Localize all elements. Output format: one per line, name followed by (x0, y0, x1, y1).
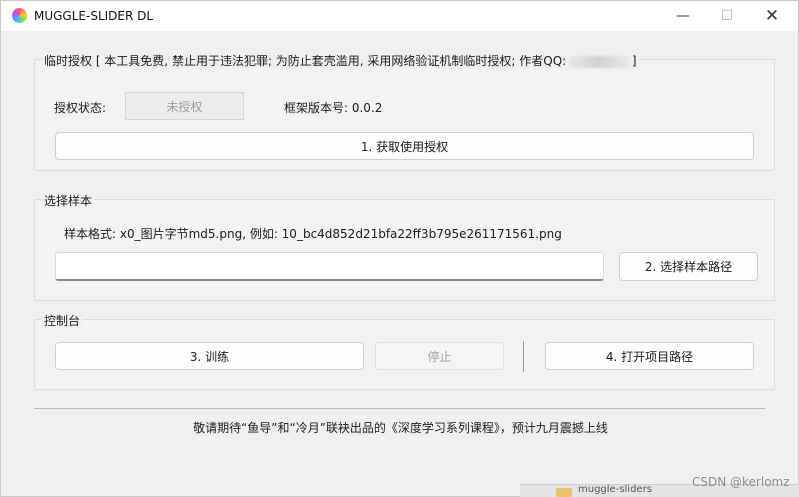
close-button[interactable]: ✕ (749, 1, 795, 31)
minimize-button[interactable]: — (660, 1, 706, 31)
sample-groupbox (34, 199, 775, 301)
open-project-path-button[interactable]: 4. 打开项目路径 (545, 342, 754, 370)
train-button[interactable]: 3. 训练 (55, 342, 364, 370)
maximize-button[interactable]: ☐ (704, 1, 750, 31)
sample-path-input[interactable] (55, 252, 604, 281)
title-bar[interactable]: MUGGLE-SLIDER DL — ☐ ✕ (1, 1, 798, 31)
app-window: MUGGLE-SLIDER DL — ☐ ✕ 临时授权 [ 本工具免费, 禁止用… (0, 0, 799, 497)
license-group-title: 临时授权 [ 本工具免费, 禁止用于违法犯罪; 为防止套壳滥用, 采用网络验证机… (42, 52, 639, 69)
csdn-watermark: CSDN @kerlomz (692, 475, 790, 489)
footer-divider (34, 408, 765, 409)
license-group-title-end: ] (628, 54, 637, 68)
window-title: MUGGLE-SLIDER DL (34, 9, 154, 23)
get-license-button[interactable]: 1. 获取使用授权 (55, 132, 754, 160)
license-group-title-text: 临时授权 [ 本工具免费, 禁止用于违法犯罪; 为防止套壳滥用, 采用网络验证机… (44, 54, 571, 68)
license-status-value: 未授权 (125, 92, 244, 120)
choose-sample-path-button[interactable]: 2. 选择样本路径 (619, 252, 758, 281)
background-folder-label: muggle-sliders (578, 484, 652, 495)
redacted-qq (570, 55, 629, 68)
button-separator (523, 341, 524, 372)
footer-announcement: 敬请期待“鱼导”和“冷月”联袂出品的《深度学习系列课程》，预计九月震撼上线 (193, 421, 608, 435)
framework-version: 框架版本号: 0.0.2 (284, 101, 383, 115)
app-logo-icon (12, 8, 27, 23)
console-group-title: 控制台 (42, 312, 83, 329)
folder-icon (556, 488, 572, 497)
stop-button[interactable]: 停止 (375, 342, 504, 370)
license-status-label: 授权状态: (54, 101, 107, 115)
sample-group-title: 选择样本 (42, 192, 95, 209)
sample-format-hint: 样本格式: x0_图片字节md5.png, 例如: 10_bc4d852d21b… (64, 227, 562, 241)
